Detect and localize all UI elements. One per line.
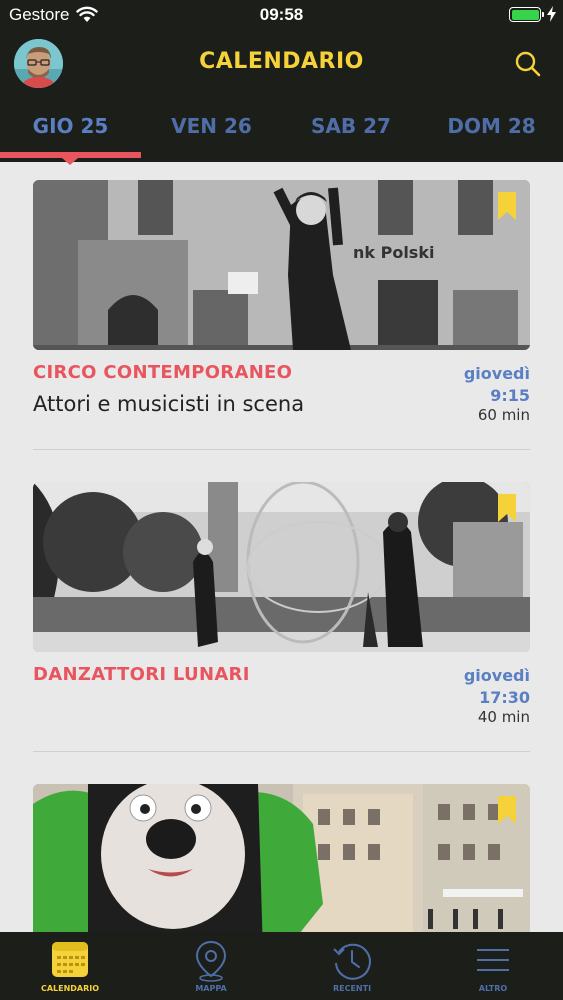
search-icon[interactable] — [514, 50, 542, 78]
calendar-icon — [52, 942, 88, 977]
nav-label-recenti: RECENTI — [332, 984, 372, 993]
event-card[interactable] — [33, 784, 530, 932]
event-day: giovedì — [463, 364, 530, 383]
event-duration: 40 min — [477, 708, 530, 726]
day-tabs: GIO 25 VEN 26 SAB 27 DOM 28 — [0, 94, 563, 165]
event-image[interactable] — [33, 784, 530, 932]
bookmark-icon[interactable] — [498, 192, 516, 220]
event-card[interactable]: DANZATTORI LUNARI giovedì 17:30 40 min — [33, 482, 530, 726]
divider — [33, 449, 530, 450]
event-duration: 60 min — [477, 406, 530, 424]
nav-item-recenti[interactable]: RECENTI — [282, 932, 422, 1000]
event-time: 17:30 — [479, 688, 530, 707]
nav-item-mappa[interactable]: MAPPA — [141, 932, 281, 1000]
event-photo — [33, 784, 530, 932]
event-card[interactable]: nk Polski CIRCO CONTEMPORANEO Attori e m… — [33, 180, 530, 424]
nav-label-calendario: CALENDARIO — [40, 984, 100, 993]
event-photo — [33, 482, 530, 652]
nav-item-calendario[interactable]: CALENDARIO — [0, 932, 140, 1000]
history-icon — [333, 943, 371, 980]
event-image[interactable] — [33, 482, 530, 652]
app-header: CALENDARIO — [0, 30, 563, 94]
svg-text:nk Polski: nk Polski — [353, 243, 434, 262]
event-category: DANZATTORI LUNARI — [33, 664, 250, 685]
menu-icon — [477, 949, 509, 971]
event-photo: nk Polski — [33, 180, 530, 350]
battery-cap — [542, 12, 544, 17]
event-category: CIRCO CONTEMPORANEO — [33, 362, 293, 383]
divider — [33, 751, 530, 752]
page-title: CALENDARIO — [199, 49, 364, 74]
event-subtitle: Attori e musicisti in scena — [33, 392, 305, 416]
nav-label-altro: ALTRO — [478, 984, 508, 993]
tab-gio-25[interactable]: GIO 25 — [0, 114, 141, 138]
bottom-nav: CALENDARIO MAPPA RECENTI ALTRO — [0, 932, 563, 1000]
status-bar: Gestore 09:58 — [0, 0, 563, 30]
event-time: 9:15 — [490, 386, 530, 405]
charging-icon — [547, 6, 556, 22]
tab-dom-28[interactable]: DOM 28 — [420, 114, 563, 138]
battery-level — [511, 9, 539, 20]
nav-label-mappa: MAPPA — [195, 984, 227, 993]
tab-sab-27[interactable]: SAB 27 — [282, 114, 420, 138]
clock: 09:58 — [259, 5, 304, 24]
nav-item-altro[interactable]: ALTRO — [423, 932, 563, 1000]
bookmark-icon[interactable] — [498, 494, 516, 522]
bookmark-icon[interactable] — [498, 796, 516, 824]
event-image[interactable]: nk Polski — [33, 180, 530, 350]
event-day: giovedì — [463, 666, 530, 685]
event-feed[interactable]: nk Polski CIRCO CONTEMPORANEO Attori e m… — [0, 162, 563, 932]
map-pin-icon — [195, 940, 227, 982]
battery-icon — [509, 7, 541, 22]
tab-ven-26[interactable]: VEN 26 — [141, 114, 282, 138]
